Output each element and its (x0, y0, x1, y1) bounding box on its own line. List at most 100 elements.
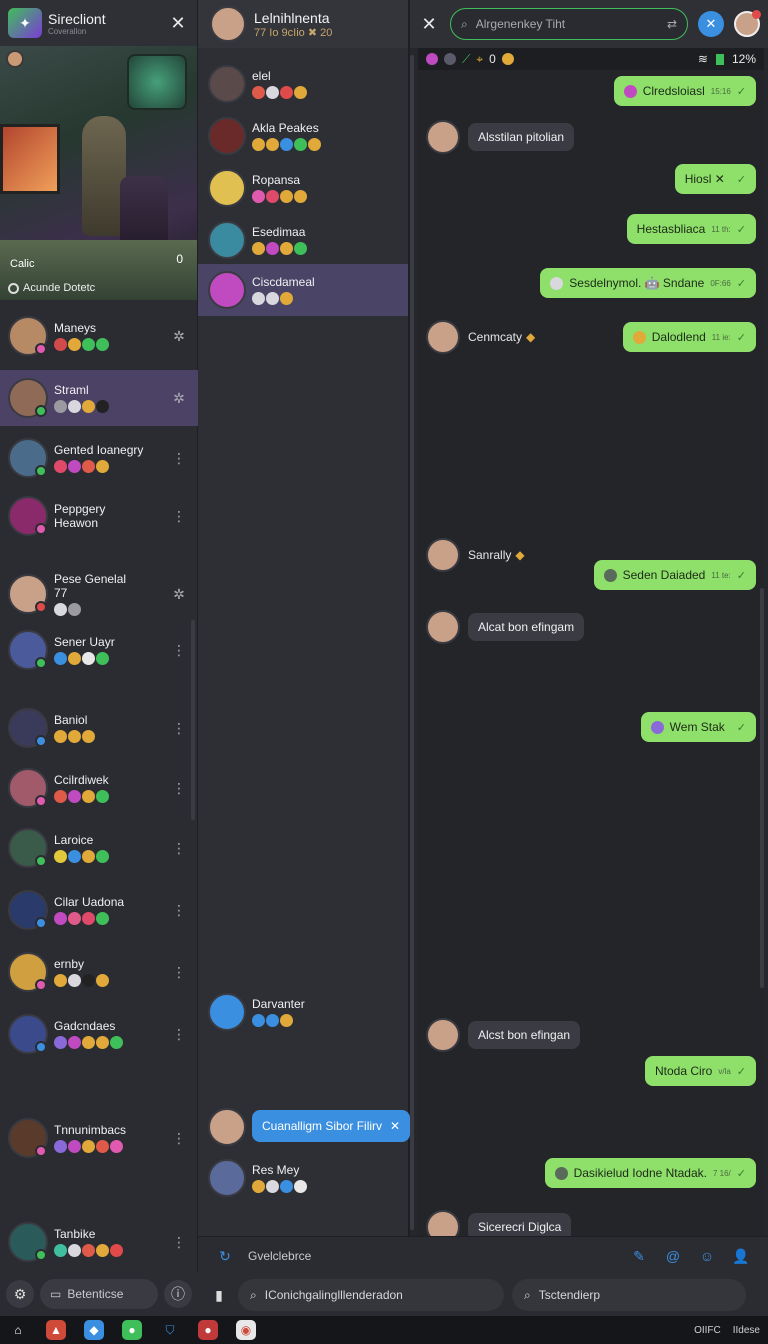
contact-menu-icon[interactable]: ✲ (170, 586, 188, 603)
contact-menu-icon[interactable]: ⋮ (170, 780, 188, 797)
status-pill-button[interactable]: ▭ Betenticse (40, 1279, 158, 1309)
outgoing-bubble[interactable]: Dalodlend 11 ie: ✓ (622, 322, 756, 352)
live-stream-preview[interactable]: 0 Calic Acunde Dotetc (0, 46, 197, 300)
bookmark-icon[interactable]: ▮ (208, 1284, 230, 1306)
group-panel-header: Lelnihlnenta 77 Io 9cIio ✖ 20 (198, 0, 408, 48)
outgoing-bubble[interactable]: Ntoda Ciro v/la ✓ (644, 1056, 756, 1086)
emoji-icon (252, 1014, 265, 1027)
contact-item[interactable]: Baniol ⋮ (0, 700, 198, 756)
contact-menu-icon[interactable]: ⋮ (170, 1234, 188, 1251)
group-item[interactable]: Ciscdameal (198, 264, 408, 316)
emoji-icon (54, 850, 67, 863)
contact-item[interactable]: Maneys ✲ (0, 308, 198, 364)
outgoing-bubble[interactable]: Hiosl ✕ ✓ (674, 164, 756, 194)
contact-item[interactable]: Tanbike ⋮ (0, 1214, 198, 1270)
outgoing-bubble[interactable]: Dasikielud Iodne Ntadak. 7 16/ ✓ (544, 1158, 756, 1188)
profile-avatar[interactable] (210, 6, 246, 42)
group-item[interactable]: Esedimaa (198, 214, 408, 266)
sender-avatar[interactable] (426, 120, 460, 154)
close-circle-icon[interactable]: ✕ (698, 11, 724, 37)
contact-menu-icon[interactable]: ✲ (170, 328, 188, 345)
contact-menu-icon[interactable]: ⋮ (170, 450, 188, 467)
message-emoji-icon (623, 84, 637, 98)
emoji-icon (54, 912, 67, 925)
contact-menu-icon[interactable]: ⋮ (170, 902, 188, 919)
user-avatar[interactable] (734, 10, 761, 37)
group-item[interactable]: Akla Peakes (198, 110, 408, 162)
emoji-icon (82, 730, 95, 743)
pinned-avatar[interactable] (208, 1108, 246, 1146)
contact-text: Laroice (54, 833, 170, 863)
sender-avatar[interactable] (426, 320, 460, 354)
contact-item[interactable]: Straml ✲ (0, 370, 198, 426)
outgoing-bubble[interactable]: Hestasbliaca 11 th: ✓ (626, 214, 756, 244)
contact-item[interactable]: Gadcndaes ⋮ (0, 1006, 198, 1062)
at-icon[interactable]: @ (662, 1245, 684, 1267)
chat-scrollbar[interactable] (760, 588, 764, 988)
shield-app-icon[interactable]: ⛉ (160, 1320, 180, 1340)
outgoing-text: Hestasbliaca (636, 222, 706, 236)
app-window: ✦ Sirecliont Coverallon ✕ 0 Calic Acunde… (0, 0, 768, 1344)
game-launcher-icon[interactable]: ▲ (46, 1320, 66, 1340)
person-icon[interactable]: 👤 (730, 1245, 752, 1267)
group-item[interactable]: elel (198, 58, 408, 110)
emoji-reactions (54, 603, 170, 616)
contact-menu-icon[interactable]: ✲ (170, 390, 188, 407)
emoji-icon[interactable]: ☺ (696, 1245, 718, 1267)
contact-item[interactable]: Ccilrdiwek ⋮ (0, 760, 198, 816)
outgoing-bubble[interactable]: Sesdelnymol. 🤖 Sndane 0F:66 ✓ (540, 268, 756, 298)
group-item[interactable]: Res Mey (198, 1152, 408, 1204)
contact-menu-icon[interactable]: ⋮ (170, 508, 188, 525)
info-icon[interactable]: ⓘ (164, 1280, 192, 1308)
contact-menu-icon[interactable]: ⋮ (170, 1130, 188, 1147)
outgoing-bubble[interactable]: Seden Daiaded 11 te: ✓ (593, 560, 756, 590)
read-check-icon: ✓ (736, 1167, 746, 1180)
composer-toolbar: ↻ Gvelclebrce ✎ @ ☺ 👤 (198, 1237, 768, 1275)
sender-avatar[interactable] (426, 1018, 460, 1052)
contact-item[interactable]: ernby ⋮ (0, 944, 198, 1000)
contact-item[interactable]: Sener Uayr ⋮ (0, 622, 198, 678)
refresh-icon[interactable]: ↻ (214, 1245, 236, 1267)
contact-item[interactable]: Pese Genelal 77 ✲ (0, 566, 198, 622)
home-icon[interactable]: ⌂ (8, 1320, 28, 1340)
contact-item[interactable]: Tnnunimbacs ⋮ (0, 1110, 198, 1166)
sender-avatar[interactable] (426, 610, 460, 644)
group-item[interactable]: Darvanter (198, 986, 408, 1038)
group-list-scrollbar[interactable] (410, 55, 414, 1230)
record-app-icon[interactable]: ● (198, 1320, 218, 1340)
contact-item[interactable]: Peppgery Heawon ⋮ (0, 488, 198, 544)
contact-menu-icon[interactable]: ⋮ (170, 720, 188, 737)
secondary-input[interactable]: ⌕ Tsctendierp (512, 1279, 746, 1311)
chat-app-icon[interactable]: ● (122, 1320, 142, 1340)
settings-gear-icon[interactable]: ⚙ (6, 1280, 34, 1308)
pin-icon[interactable]: ⇄ (667, 17, 677, 31)
record-icon (8, 282, 19, 294)
contact-name: Cilar Uadona (54, 895, 125, 909)
outgoing-bubble[interactable]: Clredsloiasl 15:16 ✓ (613, 76, 756, 106)
outgoing-bubble[interactable]: Wem Stak ✓ (640, 712, 756, 742)
incoming-bubble[interactable]: Alcat bon efingam (468, 613, 585, 641)
emoji-icon (294, 1180, 307, 1193)
contact-menu-icon[interactable]: ⋮ (170, 1026, 188, 1043)
sender-avatar[interactable] (426, 538, 460, 572)
browser-app-icon[interactable]: ◉ (236, 1320, 256, 1340)
contact-menu-icon[interactable]: ⋮ (170, 840, 188, 857)
contact-menu-icon[interactable]: ⋮ (170, 642, 188, 659)
attach-icon[interactable]: ✎ (628, 1245, 650, 1267)
contact-item[interactable]: Gented Ioanegry ⋮ (0, 430, 198, 486)
group-item[interactable]: Ropansa (198, 162, 408, 214)
incoming-bubble[interactable]: Alcst bon efingan (468, 1021, 581, 1049)
incoming-bubble[interactable]: Alsstilan pitolian (468, 123, 575, 151)
chip-close-icon[interactable]: ✕ (390, 1119, 400, 1133)
contact-item[interactable]: Cilar Uadona ⋮ (0, 882, 198, 938)
close-panel-icon[interactable]: ✕ (418, 13, 440, 35)
map-app-icon[interactable]: ◆ (84, 1320, 104, 1340)
contact-list-scrollbar[interactable] (191, 620, 195, 820)
pinned-chip[interactable]: Cuanalligm Sibor Filirv ✕ (252, 1110, 411, 1142)
contact-menu-icon[interactable]: ⋮ (170, 964, 188, 981)
close-sidebar-icon[interactable]: ✕ (167, 12, 189, 34)
emoji-icon (96, 912, 109, 925)
message-input[interactable]: ⌕ IConichgalinglllenderadon (238, 1279, 504, 1311)
contact-item[interactable]: Laroice ⋮ (0, 820, 198, 876)
search-input[interactable]: ⌕ Alrgenenkey Tiht ⇄ (450, 8, 688, 40)
